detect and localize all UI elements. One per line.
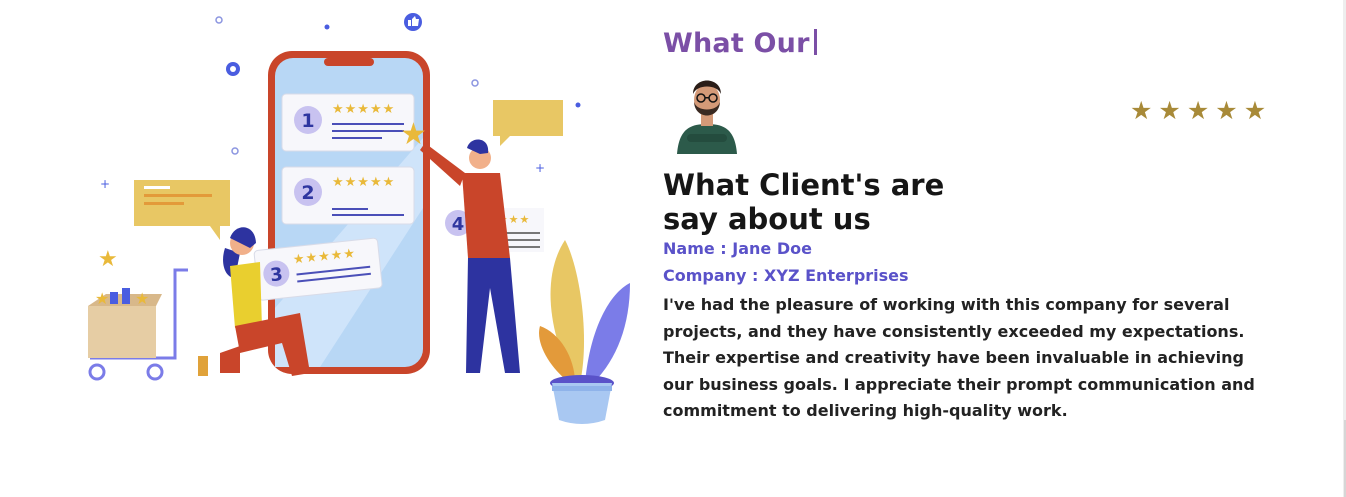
svg-text:★: ★ (98, 247, 118, 272)
target-icon (226, 62, 240, 76)
client-company: Company : XYZ Enterprises (663, 266, 909, 285)
cart-icon: ★ ★ ★ (88, 247, 188, 381)
svg-text:★: ★ (135, 289, 149, 308)
review-card: 1 ★★★★★ (281, 93, 415, 152)
svg-text:★: ★ (95, 289, 109, 308)
section-title: What Client's are say about us (663, 168, 963, 236)
svg-text:★★★★★: ★★★★★ (332, 175, 395, 190)
svg-text:+: + (100, 177, 110, 191)
typing-heading: What Our (663, 28, 817, 59)
star-icon: ★ (1186, 96, 1210, 125)
testimonial-text: I've had the pleasure of working with th… (663, 295, 1255, 420)
star-icon: ★ (1215, 96, 1238, 125)
rating-stars: ★ ★ ★ ★ ★ (1130, 98, 1266, 123)
typing-heading-text: What Our (663, 28, 810, 59)
speech-bubble-icon (134, 180, 230, 240)
svg-text:+: + (535, 161, 545, 175)
avatar (677, 80, 737, 154)
client-name: Name : Jane Doe (663, 239, 812, 258)
like-icon (404, 13, 422, 31)
review-card: 2 ★★★★★ (281, 166, 415, 225)
review-number: 4 (452, 214, 465, 235)
star-icon: ★ (1130, 96, 1153, 125)
review-number: 1 (301, 110, 314, 132)
section-title-line1: What Client's are (663, 168, 945, 202)
svg-text:★: ★ (400, 117, 427, 152)
reviews-illustration: + + 1 ★★★★★ 2 ★ ★★★★ 3 ★★★★★ 4 ★ ★ ★ ★ (88, 13, 630, 424)
plant-icon (539, 240, 630, 424)
review-number: 3 (269, 264, 284, 286)
svg-text:★★★★★: ★★★★★ (332, 102, 395, 117)
star-icon: ★ (1158, 96, 1181, 125)
typing-cursor (813, 29, 817, 55)
review-number: 2 (301, 182, 314, 204)
star-icon: ★ (1243, 96, 1267, 125)
section-title-line2: say about us (663, 202, 871, 236)
speech-bubble-icon (493, 100, 563, 146)
